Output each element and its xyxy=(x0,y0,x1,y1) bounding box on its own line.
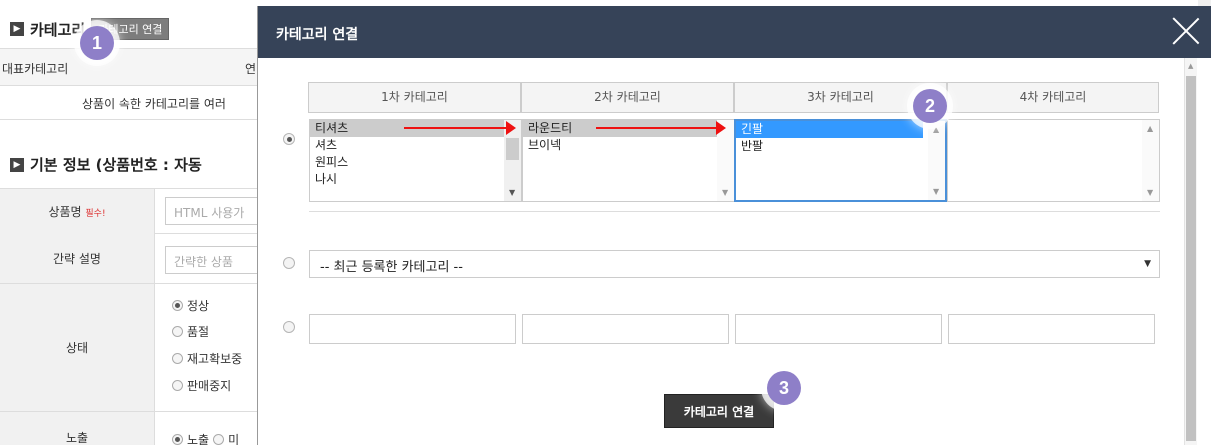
product-name-label-text: 상품명 xyxy=(48,205,82,219)
list-item[interactable]: 나시 xyxy=(310,171,521,188)
radio-icon xyxy=(172,380,183,391)
list-item[interactable]: 셔츠 xyxy=(310,137,521,154)
rep-category-header-partial: 연 xyxy=(245,62,257,76)
close-icon[interactable] xyxy=(1171,16,1201,46)
scroll-down-icon[interactable]: ▼ xyxy=(722,188,728,197)
radio-icon xyxy=(172,300,183,311)
status-option-soldout[interactable]: 품절 xyxy=(172,323,209,340)
status-row: 상태 정상 품절 재고확보중 판매중지 xyxy=(0,284,257,412)
chevron-down-icon: ▼ xyxy=(1144,259,1151,269)
category-header-level4: 4차 카테고리 xyxy=(947,82,1159,113)
radio-icon xyxy=(172,326,183,337)
recent-category-select-value: -- 최근 등록한 카테고리 -- xyxy=(320,260,463,275)
step-badge-2: 2 xyxy=(913,89,947,123)
category-text-field-3[interactable] xyxy=(735,314,942,344)
category-list-level1[interactable]: 티셔츠 셔츠 원피스 나시 ▼ xyxy=(309,119,522,202)
list-scrollbar[interactable]: ▲ ▼ xyxy=(928,121,945,200)
category-text-field-4[interactable] xyxy=(948,314,1155,344)
list-item[interactable]: 긴팔 xyxy=(736,121,923,138)
category-connect-modal: 카테고리 연결 ▲ 1차 카테고리 2차 카테고리 3차 카테고리 4차 카테고… xyxy=(257,6,1211,445)
display-row: 노출 노출 미 xyxy=(0,412,257,445)
status-option-stopped[interactable]: 판매중지 xyxy=(172,377,231,394)
scroll-up-icon[interactable]: ▲ xyxy=(1188,62,1193,70)
required-badge: 필수! xyxy=(85,209,106,219)
scroll-down-icon[interactable]: ▼ xyxy=(509,188,515,197)
arrow-level1-to-level2 xyxy=(404,121,516,135)
category-info-row: 상품이 속한 카테고리를 여러 xyxy=(0,86,257,120)
recent-category-radio[interactable] xyxy=(283,257,295,269)
category-header-level1: 1차 카테고리 xyxy=(308,82,521,113)
status-option-normal[interactable]: 정상 xyxy=(172,297,209,314)
category-list-level2[interactable]: 라운드티 브이넥 ▼ xyxy=(522,119,735,202)
list-item[interactable]: 반팔 xyxy=(736,138,945,155)
category-list-level4[interactable]: ▲ ▼ xyxy=(947,119,1160,202)
status-label: 상태 xyxy=(0,284,155,412)
scroll-up-icon[interactable]: ▲ xyxy=(933,125,939,134)
status-option-label: 재고확보중 xyxy=(187,352,243,366)
category-select-radio[interactable] xyxy=(283,133,295,145)
modal-scrollbar[interactable]: ▲ xyxy=(1184,58,1197,445)
category-text-field-1[interactable] xyxy=(309,314,516,344)
section-bullet-icon: ▶ xyxy=(10,157,24,172)
category-list-level3[interactable]: 긴팔 반팔 ▲ ▼ xyxy=(734,119,947,202)
modal-header: 카테고리 연결 xyxy=(258,6,1211,58)
step-badge-3: 3 xyxy=(767,371,801,405)
scrollbar-thumb[interactable] xyxy=(1186,76,1196,441)
category-connect-button[interactable]: 카테고리 연결 xyxy=(664,394,774,428)
arrow-level2-to-level3 xyxy=(596,121,726,135)
rep-category-label: 대표카테고리 xyxy=(2,62,69,76)
status-option-label: 정상 xyxy=(187,299,210,313)
short-desc-row: 간략 설명 간략한 상품 xyxy=(0,234,285,284)
recent-category-select[interactable]: -- 최근 등록한 카테고리 -- ▼ xyxy=(309,250,1160,278)
display-options[interactable]: 노출 미 xyxy=(172,431,239,445)
short-desc-label: 간략 설명 xyxy=(0,234,155,284)
radio-icon xyxy=(172,353,183,364)
section-bullet-icon: ▶ xyxy=(10,22,24,36)
status-option-label: 품절 xyxy=(187,325,210,339)
radio-icon xyxy=(213,434,225,445)
category-text-field-2[interactable] xyxy=(522,314,729,344)
basic-info-title-text: 기본 정보 (상품번호 : 자동 xyxy=(30,156,202,174)
manual-category-radio[interactable] xyxy=(283,321,295,333)
scrollbar-thumb[interactable] xyxy=(506,138,519,160)
step-badge-1: 1 xyxy=(80,26,114,60)
list-item[interactable]: 원피스 xyxy=(310,154,521,171)
divider xyxy=(309,211,1160,212)
radio-icon xyxy=(172,434,183,445)
list-scrollbar[interactable]: ▲ ▼ xyxy=(1142,120,1159,201)
scroll-down-icon[interactable]: ▼ xyxy=(1147,188,1153,197)
scroll-up-icon[interactable]: ▲ xyxy=(1147,124,1153,133)
rep-category-row: 대표카테고리 연 xyxy=(0,48,257,86)
modal-title: 카테고리 연결 xyxy=(276,27,359,43)
category-info-text: 상품이 속한 카테고리를 여러 xyxy=(82,97,226,111)
category-header-level2: 2차 카테고리 xyxy=(521,82,734,113)
scroll-down-icon[interactable]: ▼ xyxy=(933,187,939,196)
basic-info-title: ▶ 기본 정보 (상품번호 : 자동 xyxy=(10,154,202,175)
product-name-label: 상품명 필수! xyxy=(0,189,155,235)
status-option-label: 판매중지 xyxy=(187,379,232,393)
list-item[interactable]: 브이넥 xyxy=(523,137,734,154)
display-label: 노출 xyxy=(0,412,155,445)
status-option-restocking[interactable]: 재고확보중 xyxy=(172,350,242,367)
product-name-row: 상품명 필수! HTML 사용가 xyxy=(0,188,285,235)
display-option-label: 미 xyxy=(228,433,240,445)
display-option-label: 노출 xyxy=(187,433,210,445)
category-title-text: 카테고리 xyxy=(30,20,86,39)
